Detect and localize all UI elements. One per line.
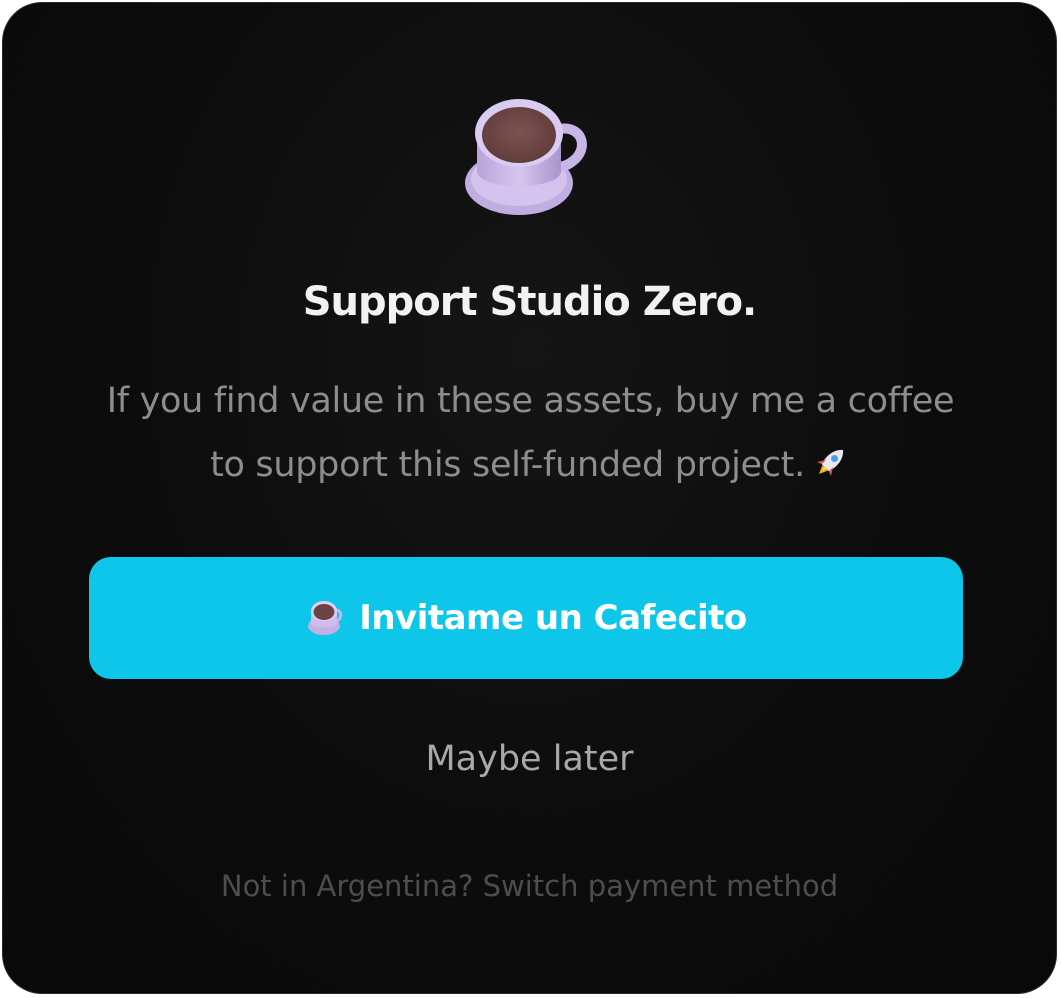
maybe-later-link[interactable]: Maybe later [3,739,1056,779]
coffee-cup-icon [305,598,345,638]
support-dialog: Support Studio Zero. If you find value i… [2,2,1057,994]
coffee-cup-icon [461,91,593,223]
dialog-title: Support Studio Zero. [302,279,758,325]
cafecito-button[interactable]: Invitame un Cafecito [89,557,963,679]
switch-payment-method-link[interactable]: Not in Argentina? Switch payment method [3,869,1056,903]
rocket-icon [811,439,851,479]
dialog-description: If you find value in these assets, buy m… [93,369,968,497]
cafecito-button-label: Invitame un Cafecito [359,598,747,638]
